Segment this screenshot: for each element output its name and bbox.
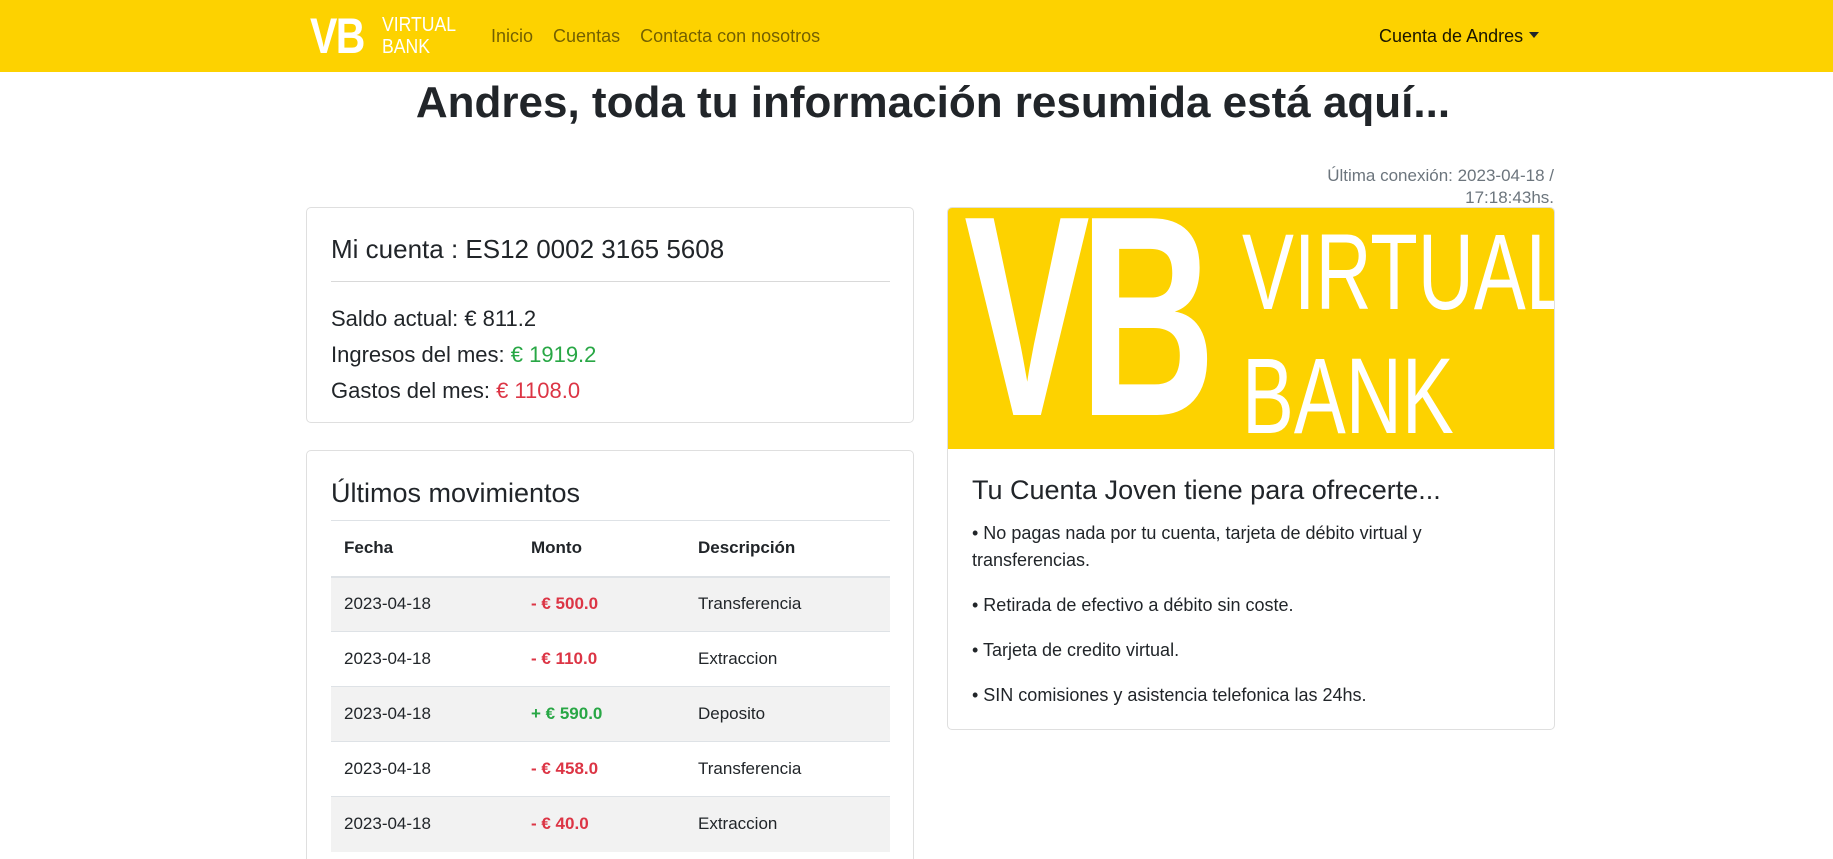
row-date: 2023-04-18: [331, 796, 518, 852]
income-value: € 1919.2: [510, 342, 597, 367]
promo-logo-banner: VB VIRTUAL BANK: [948, 208, 1554, 449]
row-amount: - € 500.0: [518, 576, 685, 632]
promo-card: VB VIRTUAL BANK Tu Cuenta Joven tiene pa…: [947, 207, 1555, 730]
table-row: 2023-04-18 - € 500.0 Transferencia: [331, 576, 890, 632]
row-date: 2023-04-18: [331, 741, 518, 797]
expenses-line: Gastos del mes: € 1108.0: [331, 377, 580, 405]
header-descripcion: Descripción: [685, 520, 890, 578]
header-monto: Monto: [518, 520, 685, 578]
row-amount: + € 590.0: [518, 686, 685, 742]
list-item: • Retirada de efectivo a débito sin cost…: [972, 595, 1294, 615]
row-amount: - € 40.0: [518, 796, 685, 852]
row-description: Transferencia: [685, 741, 890, 797]
brand-name: VIRTUAL BANK: [382, 14, 457, 58]
income-line: Ingresos del mes: € 1919.2: [331, 341, 596, 369]
caret-down-icon: [1529, 32, 1540, 38]
table-row: 2023-04-18 + € 590.0 Deposito: [331, 686, 890, 742]
row-description: Extraccion: [685, 631, 890, 687]
row-description: Transferencia: [685, 576, 890, 632]
row-amount: - € 458.0: [518, 741, 685, 797]
page-title: Andres, toda tu información resumida est…: [415, 78, 1451, 127]
nav-link-contacto[interactable]: Contacta con nosotros: [640, 24, 820, 48]
user-menu-label: Cuenta de Andres: [1379, 26, 1524, 46]
brand-mark: VB: [310, 8, 365, 64]
divider: [331, 281, 890, 282]
last-connection: Última conexión: 2023-04-18 / 17:18:43hs…: [1327, 166, 1554, 207]
promo-logo-mark: VB: [964, 208, 1216, 449]
table-row: 2023-04-18 - € 110.0 Extraccion: [331, 631, 890, 687]
list-item: • SIN comisiones y asistencia telefonica…: [972, 685, 1367, 705]
movements-table: Fecha Monto Descripción 2023-04-18 - € 5…: [331, 520, 890, 852]
income-label: Ingresos del mes:: [331, 342, 505, 367]
row-amount: - € 110.0: [518, 631, 685, 687]
balance-line: Saldo actual: € 811.2: [331, 305, 536, 333]
account-summary-card: Mi cuenta : ES12 0002 3165 5608 Saldo ac…: [306, 207, 914, 423]
promo-title: Tu Cuenta Joven tiene para ofrecerte...: [972, 475, 1441, 505]
nav-links: Inicio Cuentas Contacta con nosotros: [491, 24, 840, 48]
top-navbar: VB VIRTUAL BANK Inicio Cuentas Contacta …: [0, 0, 1833, 72]
brand-logo[interactable]: VB VIRTUAL BANK: [310, 8, 460, 64]
list-item: • Tarjeta de credito virtual.: [972, 640, 1180, 660]
movements-title: Últimos movimientos: [331, 478, 581, 508]
movements-card: Últimos movimientos Fecha Monto Descripc…: [306, 450, 914, 859]
table-row: 2023-04-18 - € 40.0 Extraccion: [331, 796, 890, 852]
promo-benefits-list: • No pagas nada por tu cuenta, tarjeta d…: [972, 520, 1532, 727]
list-item: • No pagas nada por tu cuenta, tarjeta d…: [972, 523, 1422, 570]
table-header-row: Fecha Monto Descripción: [331, 520, 890, 578]
expenses-label: Gastos del mes:: [331, 378, 490, 403]
balance-value: € 811.2: [464, 306, 537, 331]
user-account-dropdown[interactable]: Cuenta de Andres: [1379, 24, 1540, 48]
row-date: 2023-04-18: [331, 576, 518, 632]
row-date: 2023-04-18: [331, 631, 518, 687]
expenses-value: € 1108.0: [496, 378, 581, 403]
account-title: Mi cuenta : ES12 0002 3165 5608: [331, 234, 725, 264]
row-date: 2023-04-18: [331, 686, 518, 742]
header-fecha: Fecha: [331, 520, 518, 578]
nav-link-inicio[interactable]: Inicio: [491, 24, 533, 48]
promo-logo-name: VIRTUAL BANK: [1242, 211, 1554, 449]
table-row: 2023-04-18 - € 458.0 Transferencia: [331, 741, 890, 797]
nav-link-cuentas[interactable]: Cuentas: [553, 24, 620, 48]
balance-label: Saldo actual:: [331, 306, 459, 331]
row-description: Extraccion: [685, 796, 890, 852]
row-description: Deposito: [685, 686, 890, 742]
